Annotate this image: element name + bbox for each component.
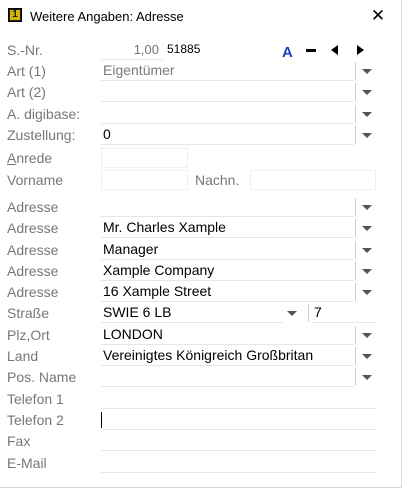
adresse3-dropdown-icon[interactable] (359, 240, 373, 260)
hausnummer-field[interactable]: 7 (312, 303, 376, 323)
posname-field[interactable] (101, 367, 354, 387)
strasse-label: Straße (7, 305, 50, 321)
art1-label: Art (1) (7, 63, 46, 79)
separator (308, 304, 309, 322)
posname-label: Pos. Name (7, 369, 77, 385)
land-dropdown-icon[interactable] (359, 346, 373, 366)
zustellung-dropdown-icon[interactable] (359, 125, 373, 145)
font-button[interactable]: A (282, 44, 293, 61)
adresse1-field[interactable] (101, 197, 354, 217)
strasse-dropdown-icon[interactable] (284, 303, 298, 323)
separator (355, 62, 356, 80)
plzort-label: Plz,Ort (7, 327, 50, 343)
posname-dropdown-icon[interactable] (359, 367, 373, 387)
telefon1-label: Telefon 1 (7, 391, 64, 407)
separator (355, 326, 356, 344)
separator (355, 262, 356, 280)
nachn-label: Nachn. (195, 172, 240, 188)
telefon2-field[interactable] (101, 410, 376, 430)
adresse5-label: Adresse (7, 284, 59, 300)
separator (355, 83, 356, 101)
art1-dropdown-icon[interactable] (359, 61, 373, 81)
app-icon-glyph: 1 (10, 10, 20, 20)
art2-label: Art (2) (7, 84, 46, 100)
vorname-label: Vorname (7, 172, 64, 188)
fax-field[interactable] (101, 431, 376, 451)
zustellung-label: Zustellung: (7, 127, 76, 143)
window-title: Weitere Angaben: Adresse (30, 9, 184, 24)
fax-label: Fax (7, 433, 31, 449)
adresse5-dropdown-icon[interactable] (359, 282, 373, 302)
digibase-field[interactable] (101, 104, 354, 124)
close-icon[interactable]: ✕ (363, 5, 393, 27)
adresse5-field[interactable]: 16 Xample Street (101, 282, 354, 302)
text-cursor (101, 412, 102, 428)
adresse4-label: Adresse (7, 263, 59, 279)
snr-label: S.-Nr. (7, 42, 43, 58)
adresse2-label: Adresse (7, 220, 59, 236)
separator (355, 241, 356, 259)
adresse3-field[interactable]: Manager (101, 240, 354, 260)
font-a-icon: A (282, 44, 293, 61)
nachn-field[interactable] (250, 170, 376, 190)
anrede-field[interactable] (101, 148, 188, 168)
snr-value-field[interactable]: 1,00 (101, 40, 163, 60)
strasse-field[interactable]: SWIE 6 LB (101, 303, 283, 323)
zustellung-field[interactable]: 0 (101, 125, 354, 145)
land-field[interactable]: Vereinigtes Königreich Großbritan (101, 346, 354, 366)
telefon2-label: Telefon 2 (7, 412, 64, 428)
digibase-dropdown-icon[interactable] (359, 104, 373, 124)
adresse1-label: Adresse (7, 199, 59, 215)
adresse2-field[interactable]: Mr. Charles Xample (101, 218, 354, 238)
arrow-right-icon (357, 45, 364, 55)
plzort-field[interactable]: LONDON (101, 325, 354, 345)
art1-field[interactable]: Eigentümer (101, 61, 354, 81)
separator (355, 126, 356, 144)
adresse1-dropdown-icon[interactable] (359, 197, 373, 217)
minus-button[interactable] (306, 41, 316, 57)
separator (355, 283, 356, 301)
art2-dropdown-icon[interactable] (359, 82, 373, 102)
previous-button[interactable] (331, 42, 338, 58)
adresse2-dropdown-icon[interactable] (359, 218, 373, 238)
anrede-label: Anrede (7, 150, 53, 166)
email-field[interactable] (101, 453, 376, 473)
art2-field[interactable] (101, 82, 354, 102)
adresse4-field[interactable]: Xample Company (101, 261, 354, 281)
minus-icon (306, 48, 316, 52)
title-bar: 1 Weitere Angaben: Adresse ✕ (0, 0, 401, 32)
digibase-label: A. digibase: (7, 106, 81, 122)
separator (355, 105, 356, 123)
arrow-left-icon (331, 45, 338, 55)
app-icon: 1 (8, 8, 22, 22)
vorname-field[interactable] (101, 170, 188, 190)
next-button[interactable] (357, 42, 364, 58)
email-label: E-Mail (7, 455, 47, 471)
separator (355, 347, 356, 365)
land-label: Land (7, 348, 39, 364)
plzort-dropdown-icon[interactable] (359, 325, 373, 345)
snr-id: 51885 (167, 42, 201, 56)
separator (355, 219, 356, 237)
adresse3-label: Adresse (7, 242, 59, 258)
adresse4-dropdown-icon[interactable] (359, 261, 373, 281)
dialog-window: 1 Weitere Angaben: Adresse ✕ S.-Nr. 1,00… (0, 0, 402, 488)
telefon1-field[interactable] (101, 389, 376, 409)
separator (355, 368, 356, 386)
separator (355, 198, 356, 216)
